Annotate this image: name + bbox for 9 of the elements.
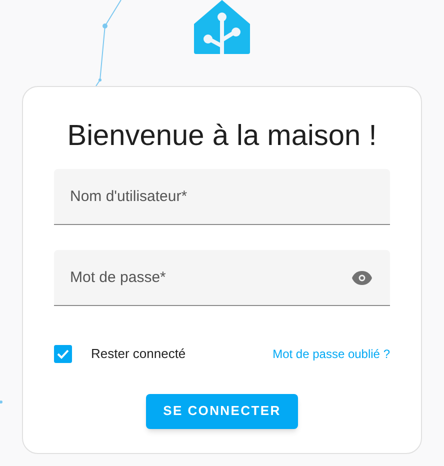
forgot-password-link[interactable]: Mot de passe oublié ? bbox=[272, 344, 390, 363]
password-field[interactable]: Mot de passe* bbox=[54, 250, 390, 306]
check-icon bbox=[57, 348, 69, 359]
remember-label: Rester connecté bbox=[91, 345, 186, 363]
welcome-title: Bienvenue à la maison ! bbox=[66, 119, 378, 154]
eye-icon[interactable] bbox=[352, 271, 372, 285]
username-field[interactable]: Nom d'utilisateur* bbox=[54, 169, 390, 225]
remember-checkbox[interactable] bbox=[54, 344, 72, 363]
login-button[interactable]: SE CONNECTER bbox=[146, 394, 298, 428]
